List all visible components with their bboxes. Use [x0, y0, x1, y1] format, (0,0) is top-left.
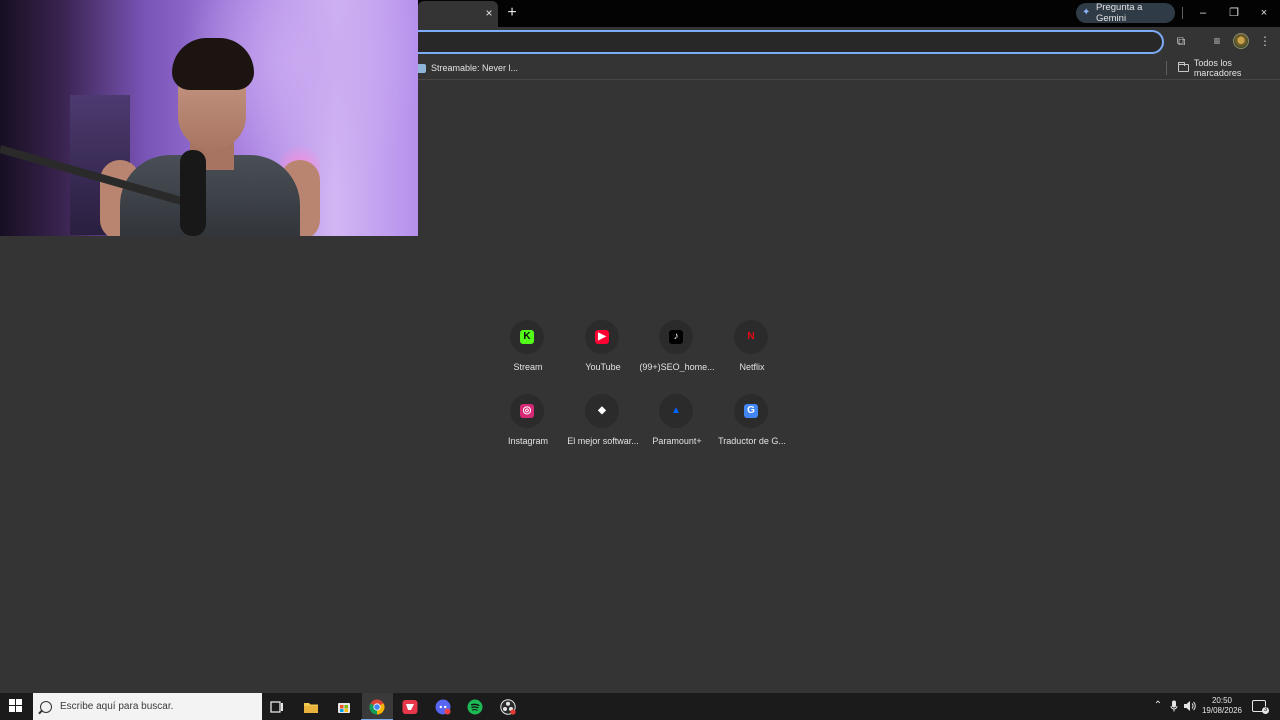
volume-icon[interactable]: [1183, 700, 1196, 712]
folder-icon: [1178, 62, 1189, 72]
close-window-button[interactable]: ×: [1256, 5, 1272, 21]
shortcut-tile[interactable]: ◎ Instagram: [488, 394, 568, 466]
shortcut-label: Instagram: [507, 436, 549, 446]
system-clock[interactable]: 20:50 19/08/2026: [1199, 696, 1245, 716]
youtube-icon: ▶: [595, 330, 609, 344]
netflix-icon: N: [744, 330, 758, 344]
tab-strip-divider: [1182, 7, 1183, 19]
tab-close-icon[interactable]: ×: [482, 6, 496, 20]
paramount-icon: ▲: [669, 404, 683, 418]
taskbar-search-box[interactable]: Escribe aquí para buscar.: [33, 693, 262, 720]
spotify-icon[interactable]: [465, 697, 485, 717]
bookmarks-divider: [1166, 61, 1167, 75]
show-hidden-icons-chevron-icon[interactable]: ⌃: [1152, 700, 1164, 712]
ask-gemini-label: Pregunta a Gemini: [1095, 2, 1143, 24]
windows-taskbar: Escribe aquí para buscar. ⌃ 20:50 19/08/…: [0, 693, 1280, 720]
extensions-puzzle-icon[interactable]: ⧉: [1173, 33, 1189, 49]
all-bookmarks-label: Todos los marcadores: [1193, 58, 1242, 78]
new-tab-button[interactable]: +: [505, 5, 519, 21]
shortcut-label: (99+)SEO_home...: [639, 362, 715, 372]
obs-studio-icon[interactable]: [498, 697, 518, 717]
notification-count-badge: 3: [1262, 707, 1269, 714]
diamond-app-icon: ◆: [595, 404, 609, 418]
instagram-icon: ◎: [520, 404, 534, 418]
shortcut-tile[interactable]: G Traductor de G...: [712, 394, 792, 466]
streaming-app-icon[interactable]: [400, 697, 420, 717]
microphone: [180, 150, 206, 236]
shortcut-tile[interactable]: ♪ (99+)SEO_home...: [637, 320, 717, 392]
bookmark-label: Streamable: Never l...: [431, 63, 519, 73]
bookmark-streamable[interactable]: Streamable: Never l...: [417, 60, 518, 76]
microphone-icon[interactable]: [1168, 700, 1180, 712]
google-chrome-icon[interactable]: [361, 697, 393, 720]
windows-start-icon[interactable]: [9, 699, 23, 713]
kick-icon: K: [520, 330, 534, 344]
browser-menu-kebab-icon[interactable]: ⋮: [1257, 33, 1273, 49]
streamable-favicon-icon: [417, 63, 426, 73]
search-icon: [40, 700, 52, 713]
microsoft-store-icon[interactable]: [334, 697, 354, 717]
all-bookmarks-button[interactable]: Todos los marcadores: [1178, 58, 1280, 78]
shortcut-label: YouTube: [585, 362, 621, 372]
webcam-overlay: [0, 0, 418, 236]
shortcut-tile[interactable]: ◆ El mejor softwar...: [563, 394, 643, 466]
shortcut-tile[interactable]: ▲ Paramount+: [637, 394, 717, 466]
restore-window-button[interactable]: ❐: [1226, 5, 1242, 21]
shortcut-label: Traductor de G...: [718, 436, 786, 446]
file-explorer-icon[interactable]: [301, 697, 321, 717]
ask-gemini-button[interactable]: ✦ Pregunta a Gemini: [1076, 2, 1175, 24]
minimize-window-button[interactable]: –: [1195, 5, 1211, 21]
clock-time: 20:50: [1211, 696, 1233, 705]
webcam-streamer: [100, 30, 320, 236]
tiktok-icon: ♪: [669, 330, 683, 344]
taskbar-search-placeholder: Escribe aquí para buscar.: [60, 701, 174, 712]
shortcut-tile[interactable]: ▶ YouTube: [563, 320, 643, 392]
shortcut-label: Paramount+: [652, 436, 702, 446]
shortcut-label: El mejor softwar...: [567, 436, 639, 446]
shortcut-label: Netflix: [739, 362, 765, 372]
google-translate-icon: G: [744, 404, 758, 418]
profile-avatar[interactable]: [1233, 33, 1249, 49]
clock-date: 19/08/2026: [1201, 706, 1243, 715]
address-bar[interactable]: [380, 30, 1164, 54]
gemini-sparkle-icon: ✦: [1082, 7, 1091, 18]
desktop-screen: × + ✦ Pregunta a Gemini – ❐ × ⧉ ≡ ⋮ Stre…: [0, 0, 1280, 720]
shortcut-tile[interactable]: K Stream: [488, 320, 568, 392]
media-controls-icon[interactable]: ≡: [1209, 33, 1225, 49]
shortcut-tile[interactable]: N Netflix: [712, 320, 792, 392]
shortcut-label: Stream: [513, 362, 543, 372]
discord-icon[interactable]: [433, 697, 453, 717]
task-view-icon[interactable]: [267, 697, 287, 717]
